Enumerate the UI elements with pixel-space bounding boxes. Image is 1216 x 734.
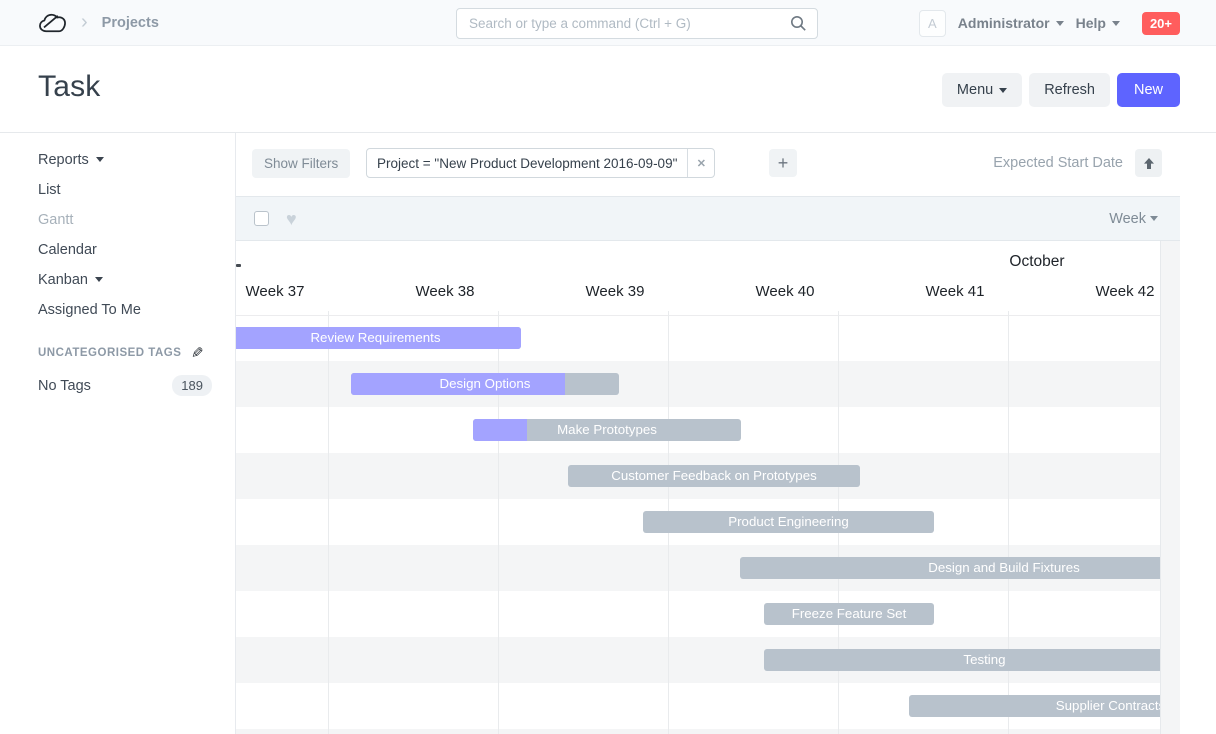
app-window: › Projects A Administrator Help 20+ [0,0,1216,734]
caret-down-icon [1056,21,1064,26]
notifications-badge[interactable]: 20+ [1142,12,1180,35]
caret-down-icon [1150,216,1158,221]
gantt-month-label: October [1009,253,1064,271]
gantt-bar-label: Design Options [351,373,619,395]
liked-filter-icon[interactable]: ♥ [286,210,297,228]
new-button[interactable]: New [1117,73,1180,107]
navbar-right: A Administrator Help 20+ [919,0,1180,46]
page-header: Task Menu Refresh New [0,46,1216,133]
gantt-bar[interactable]: Freeze Feature Set [764,603,934,625]
sort-field-selector[interactable]: Expected Start Date [993,155,1123,171]
gantt-grid-line [328,311,329,734]
gantt-area: October Week 37 Week 38 Week 39 Week 40 Week … [236,241,1180,734]
list-toolbar: ♥ Week [236,196,1180,241]
clipped-month-label [236,264,241,267]
sidebar-item-kanban[interactable]: Kanban [38,270,211,289]
gantt-bar-label: Product Engineering [643,511,934,533]
app-logo-icon[interactable] [38,12,67,34]
gantt-bar-label: Testing [764,649,1161,671]
sidebar: Reports List Gantt Calendar Kanban Assig… [0,133,236,734]
sidebar-item-assigned-to-me[interactable]: Assigned To Me [38,300,211,319]
gantt-bar[interactable]: Make Prototypes [473,419,741,441]
help-menu[interactable]: Help [1076,15,1120,31]
gantt-week-label: Week 39 [586,283,645,300]
caret-down-icon [95,277,103,282]
add-filter-button[interactable]: + [769,149,797,177]
gantt-row [236,591,1161,637]
edit-tags-icon[interactable]: ✎ [191,344,204,362]
sort-area: Expected Start Date [993,149,1162,177]
header-actions: Menu Refresh New [942,73,1180,107]
sidebar-item-reports[interactable]: Reports [38,150,211,169]
navbar-left: › Projects [0,12,159,34]
gantt-bar-label: Design and Build Fixtures [740,557,1161,579]
filter-row: Show Filters Project = "New Product Deve… [236,133,1180,196]
gantt-row [236,729,1161,734]
caret-down-icon [96,157,104,162]
gantt-bar[interactable]: Design and Build Fixtures [740,557,1161,579]
gantt-week-label: Week 40 [756,283,815,300]
gantt-bar-label: Review Requirements [236,327,521,349]
breadcrumb[interactable]: Projects [102,15,159,31]
tag-count-badge: 189 [172,375,212,396]
sidebar-item-list[interactable]: List [38,180,211,199]
tags-section-heading: UNCATEGORISED TAGS ✎ [38,344,211,362]
caret-down-icon [1112,21,1120,26]
sidebar-item-no-tags[interactable]: No Tags 189 [38,375,212,396]
caret-down-icon [999,88,1007,93]
navbar: › Projects A Administrator Help 20+ [0,0,1216,46]
global-search [456,8,818,39]
gantt-bar[interactable]: Design Options [351,373,619,395]
gantt-bar[interactable]: Customer Feedback on Prototypes [568,465,860,487]
gantt-week-label: Week 37 [246,283,305,300]
gantt-bar[interactable]: Supplier Contracts [909,695,1161,717]
gantt-header-divider [236,315,1161,316]
gantt-bar[interactable]: Product Engineering [643,511,934,533]
gantt-bar-label: Customer Feedback on Prototypes [568,465,860,487]
breadcrumb-chevron-icon: › [81,12,88,32]
gantt-week-label: Week 38 [416,283,475,300]
gantt-bar[interactable]: Review Requirements [236,327,521,349]
gantt-chart: October Week 37 Week 38 Week 39 Week 40 Week … [236,241,1161,734]
menu-button[interactable]: Menu [942,73,1022,107]
gantt-bar[interactable]: Testing [764,649,1161,671]
show-filters-button[interactable]: Show Filters [252,149,350,178]
user-menu[interactable]: Administrator [958,15,1064,31]
view-mode-dropdown[interactable]: Week [1109,211,1158,227]
gantt-bar-label: Freeze Feature Set [764,603,934,625]
sidebar-item-calendar[interactable]: Calendar [38,240,211,259]
gantt-bar-label: Supplier Contracts [909,695,1161,717]
gantt-week-label: Week 41 [926,283,985,300]
gantt-week-label: Week 42 [1096,283,1155,300]
remove-filter-icon[interactable]: ✕ [687,149,714,177]
refresh-button[interactable]: Refresh [1029,73,1110,107]
select-all-checkbox[interactable] [254,211,269,226]
search-input[interactable] [457,16,790,31]
avatar[interactable]: A [919,10,946,37]
search-icon[interactable] [790,15,807,32]
sidebar-item-gantt[interactable]: Gantt [38,210,211,229]
active-filter-pill[interactable]: Project = "New Product Development 2016-… [366,148,715,178]
sort-direction-button[interactable] [1135,149,1162,177]
page-title: Task [38,70,101,104]
gantt-bar-label: Make Prototypes [473,419,741,441]
arrow-up-icon [1143,157,1155,170]
